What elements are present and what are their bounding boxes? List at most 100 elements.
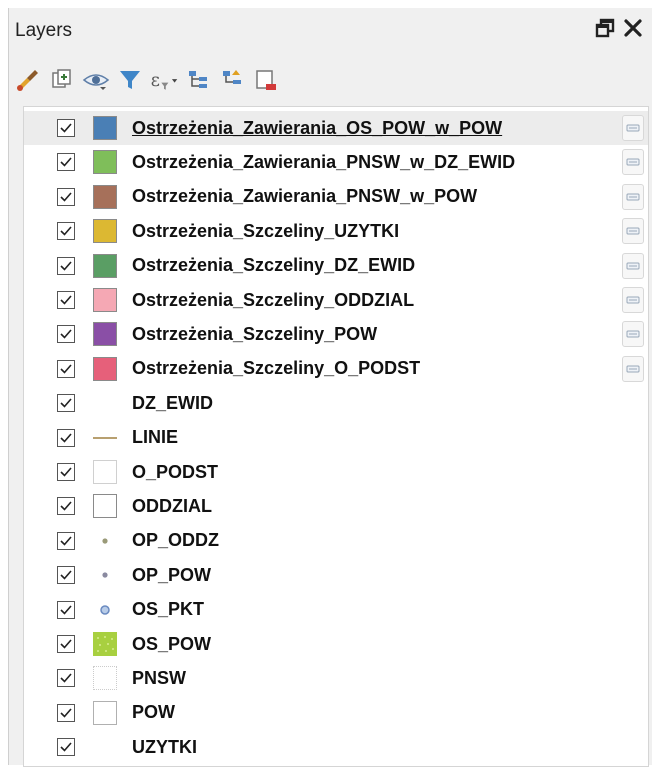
layer-name[interactable]: Ostrzeżenia_Szczeliny_O_PODST xyxy=(132,358,420,379)
layer-row[interactable]: Ostrzeżenia_Zawierania_PNSW_w_DZ_EWID xyxy=(24,145,648,179)
layer-name[interactable]: Ostrzeżenia_Szczeliny_POW xyxy=(132,324,377,345)
layer-visibility-checkbox[interactable] xyxy=(57,531,75,550)
layer-name[interactable]: Ostrzeżenia_Zawierania_OS_POW_w_POW xyxy=(132,118,502,139)
fill-symbol-icon xyxy=(93,150,117,175)
layer-row[interactable]: Ostrzeżenia_Szczeliny_UZYTKI xyxy=(24,214,648,248)
layer-visibility-checkbox[interactable] xyxy=(57,256,75,275)
layer-name[interactable]: Ostrzeżenia_Zawierania_PNSW_w_DZ_EWID xyxy=(132,152,515,173)
layer-name[interactable]: OP_POW xyxy=(132,565,211,586)
layer-tree: Ostrzeżenia_Zawierania_OS_POW_w_POW Ostrz… xyxy=(23,106,649,767)
layer-visibility-checkbox[interactable] xyxy=(57,497,75,516)
layer-visibility-checkbox[interactable] xyxy=(57,359,75,378)
layer-name[interactable]: OS_POW xyxy=(132,634,211,655)
fill-symbol-icon xyxy=(93,253,117,278)
layer-name[interactable]: DZ_EWID xyxy=(132,393,213,414)
empty-symbol-icon xyxy=(93,735,117,759)
layer-name[interactable]: ODDZIAL xyxy=(132,496,212,517)
layer-visibility-checkbox[interactable] xyxy=(57,738,75,757)
layer-row[interactable]: DZ_EWID xyxy=(24,386,648,420)
filter-legend-icon[interactable] xyxy=(115,65,145,95)
visibility-eye-icon[interactable] xyxy=(81,65,111,95)
layer-name[interactable]: Ostrzeżenia_Szczeliny_DZ_EWID xyxy=(132,255,415,276)
line-symbol-icon xyxy=(93,426,117,450)
layer-row[interactable]: Ostrzeżenia_Szczeliny_DZ_EWID xyxy=(24,249,648,283)
layer-visibility-checkbox[interactable] xyxy=(57,600,75,619)
filter-expression-icon[interactable]: ε xyxy=(149,65,179,95)
close-icon[interactable] xyxy=(623,18,643,43)
outline-symbol-icon xyxy=(93,494,117,519)
fill-symbol-icon xyxy=(93,356,117,381)
collapse-all-icon[interactable] xyxy=(217,65,247,95)
layer-row[interactable]: OS_POW xyxy=(24,627,648,661)
layer-row[interactable]: OP_ODDZ xyxy=(24,524,648,558)
fill-symbol-icon xyxy=(93,288,117,312)
panel-titlebar: Layers xyxy=(9,8,652,54)
layer-visibility-checkbox[interactable] xyxy=(57,669,75,688)
memory-layer-indicator-icon[interactable] xyxy=(622,355,644,382)
layer-visibility-checkbox[interactable] xyxy=(57,703,75,722)
layer-name[interactable]: OP_ODDZ xyxy=(132,530,219,551)
empty-symbol-icon xyxy=(93,391,117,415)
layer-name[interactable]: Ostrzeżenia_Szczeliny_ODDZIAL xyxy=(132,290,414,311)
float-panel-icon[interactable] xyxy=(595,18,615,43)
layer-visibility-checkbox[interactable] xyxy=(57,566,75,585)
outline-symbol-icon xyxy=(93,700,117,725)
memory-layer-indicator-icon[interactable] xyxy=(622,218,644,245)
layer-row[interactable]: UZYTKI xyxy=(24,730,648,764)
layer-row[interactable]: OP_POW xyxy=(24,558,648,592)
style-manager-icon[interactable] xyxy=(13,65,43,95)
point-symbol-icon xyxy=(93,598,117,622)
layer-row[interactable]: O_PODST xyxy=(24,455,648,489)
layer-visibility-checkbox[interactable] xyxy=(57,153,75,172)
fill-symbol-icon xyxy=(93,116,117,140)
layer-name[interactable]: UZYTKI xyxy=(132,737,197,758)
memory-layer-indicator-icon[interactable] xyxy=(622,115,644,141)
layer-row[interactable]: Ostrzeżenia_Szczeliny_O_PODST xyxy=(24,352,648,386)
layer-visibility-checkbox[interactable] xyxy=(57,119,75,137)
layer-row[interactable]: Ostrzeżenia_Szczeliny_ODDZIAL xyxy=(24,283,648,317)
memory-layer-indicator-icon[interactable] xyxy=(622,321,644,348)
layer-row[interactable]: LINIE xyxy=(24,421,648,455)
layer-row[interactable]: Ostrzeżenia_Szczeliny_POW xyxy=(24,317,648,351)
layer-row[interactable]: POW xyxy=(24,696,648,730)
add-group-icon[interactable] xyxy=(47,65,77,95)
layer-name[interactable]: Ostrzeżenia_Zawierania_PNSW_w_POW xyxy=(132,186,477,207)
layer-name[interactable]: POW xyxy=(132,702,175,723)
layer-visibility-checkbox[interactable] xyxy=(57,187,75,206)
memory-layer-indicator-icon[interactable] xyxy=(622,252,644,279)
point-symbol-icon xyxy=(93,529,117,553)
svg-text:ε: ε xyxy=(151,71,160,91)
layer-row[interactable]: PNSW xyxy=(24,661,648,695)
layer-visibility-checkbox[interactable] xyxy=(57,394,75,413)
expand-all-icon[interactable] xyxy=(183,65,213,95)
layer-name[interactable]: PNSW xyxy=(132,668,186,689)
dotted-outline-symbol-icon xyxy=(93,666,117,691)
remove-layer-icon[interactable] xyxy=(251,65,281,95)
outline-symbol-icon xyxy=(93,460,117,484)
fill-symbol-icon xyxy=(93,184,117,209)
pattern-fill-symbol-icon xyxy=(93,632,117,656)
layer-row[interactable]: Ostrzeżenia_Zawierania_OS_POW_w_POW xyxy=(24,111,648,145)
layer-name[interactable]: LINIE xyxy=(132,427,178,448)
layers-panel: Layers ε Ostrzeżenia_Zawierania_OS_POW_w… xyxy=(8,8,652,767)
point-symbol-icon xyxy=(93,563,117,587)
layer-visibility-checkbox[interactable] xyxy=(57,635,75,653)
layer-name[interactable]: OS_PKT xyxy=(132,599,204,620)
panel-title: Layers xyxy=(15,20,73,41)
memory-layer-indicator-icon[interactable] xyxy=(622,287,644,313)
layers-toolbar: ε xyxy=(9,54,652,106)
layer-visibility-checkbox[interactable] xyxy=(57,291,75,309)
layer-name[interactable]: O_PODST xyxy=(132,462,218,483)
layer-visibility-checkbox[interactable] xyxy=(57,222,75,241)
layer-row[interactable]: OS_PKT xyxy=(24,593,648,627)
layer-name[interactable]: Ostrzeżenia_Szczeliny_UZYTKI xyxy=(132,221,399,242)
memory-layer-indicator-icon[interactable] xyxy=(622,183,644,210)
layer-visibility-checkbox[interactable] xyxy=(57,325,75,344)
fill-symbol-icon xyxy=(93,322,117,347)
memory-layer-indicator-icon[interactable] xyxy=(622,149,644,176)
fill-symbol-icon xyxy=(93,219,117,244)
layer-row[interactable]: ODDZIAL xyxy=(24,489,648,523)
layer-row[interactable]: Ostrzeżenia_Zawierania_PNSW_w_POW xyxy=(24,180,648,214)
layer-visibility-checkbox[interactable] xyxy=(57,428,75,447)
layer-visibility-checkbox[interactable] xyxy=(57,463,75,481)
